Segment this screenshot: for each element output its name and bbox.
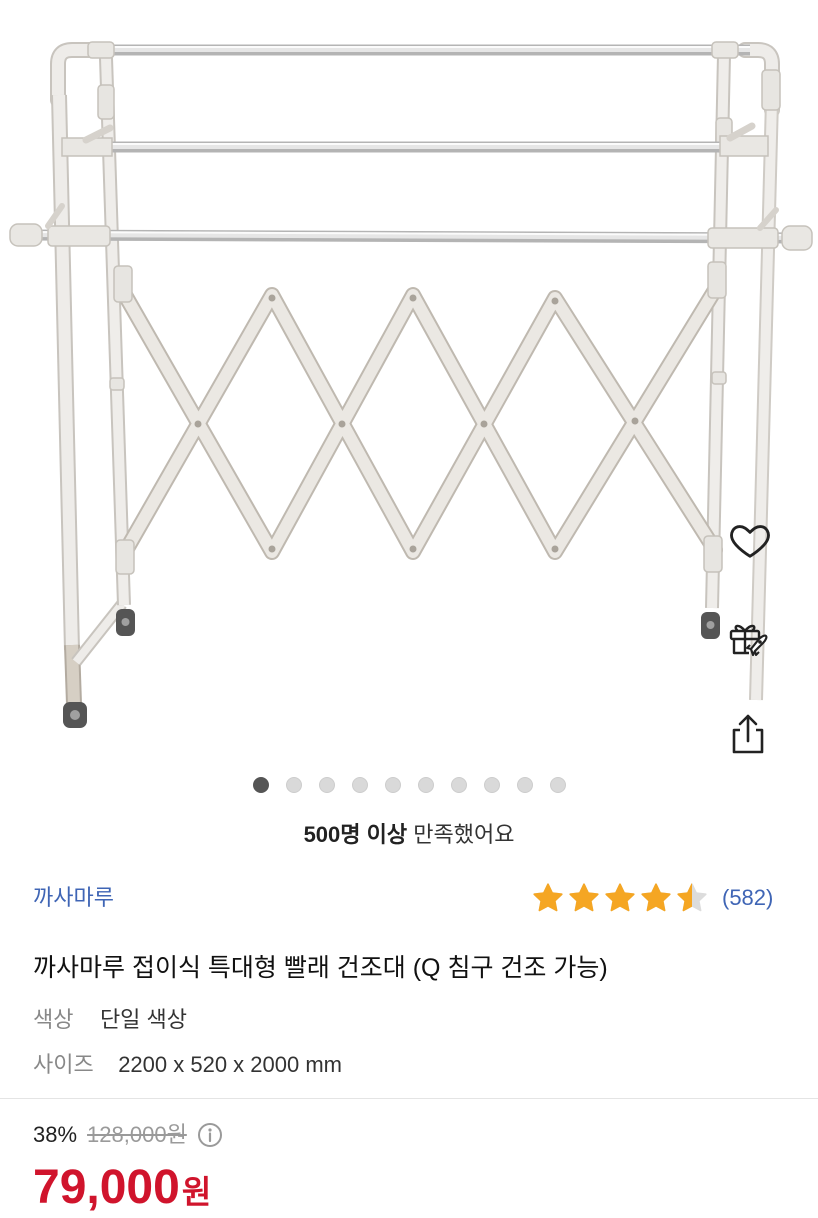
rack-wheel xyxy=(63,702,87,728)
rack-wheel xyxy=(701,612,720,639)
rack-wheel xyxy=(116,609,135,636)
share-icon xyxy=(732,714,764,754)
rating-star xyxy=(677,883,707,912)
satisfaction-summary: 500명 이상 만족했어요 xyxy=(0,820,818,850)
gift-icon xyxy=(729,624,768,657)
satisfaction-highlight: 500명 이상 xyxy=(303,822,408,847)
carousel-dot xyxy=(351,777,368,793)
rating-stars[interactable] xyxy=(531,881,709,915)
share-button[interactable] xyxy=(724,710,772,758)
product-image[interactable] xyxy=(0,0,818,770)
heart-icon xyxy=(730,525,770,558)
carousel-dot xyxy=(285,777,302,793)
original-price: 128,000원 xyxy=(87,1122,187,1147)
option-row-size: 사이즈 2200 x 520 x 2000 mm xyxy=(33,1050,342,1080)
rating-star xyxy=(533,883,563,912)
discount-rate: 38% xyxy=(33,1122,78,1147)
rating-star xyxy=(641,883,671,912)
sale-price-currency: 원 xyxy=(181,1174,212,1210)
divider xyxy=(0,1098,818,1099)
carousel-dot xyxy=(384,777,401,793)
option-row-color: 색상 단일 색상 xyxy=(33,1005,187,1035)
price-original-row: 38% 128,000원 xyxy=(33,1120,223,1150)
carousel-dot xyxy=(318,777,335,793)
sale-price: 79,000원 xyxy=(33,1162,211,1218)
rating-star xyxy=(605,883,635,912)
brand-link[interactable]: 까사마루 xyxy=(33,883,114,913)
option-value: 2200 x 520 x 2000 mm xyxy=(118,1052,342,1077)
review-count[interactable]: (582) xyxy=(722,883,773,913)
option-label: 색상 xyxy=(33,1007,74,1032)
carousel-dot xyxy=(252,777,269,793)
carousel-dot xyxy=(417,777,434,793)
satisfaction-text: 만족했어요 xyxy=(413,822,515,847)
like-button[interactable] xyxy=(726,516,774,564)
option-label: 사이즈 xyxy=(33,1052,94,1077)
gift-button[interactable] xyxy=(724,614,772,662)
carousel-dot xyxy=(516,777,533,793)
info-icon[interactable] xyxy=(197,1122,223,1148)
carousel-dot xyxy=(549,777,566,793)
carousel-dots xyxy=(0,777,818,793)
rating-star xyxy=(569,883,599,912)
sale-price-amount: 79,000 xyxy=(33,1161,180,1214)
carousel-dot xyxy=(483,777,500,793)
option-value: 단일 색상 xyxy=(99,1007,188,1032)
product-title: 까사마루 접이식 특대형 빨래 건조대 (Q 침구 건조 가능) xyxy=(33,954,608,982)
carousel-dot xyxy=(450,777,467,793)
